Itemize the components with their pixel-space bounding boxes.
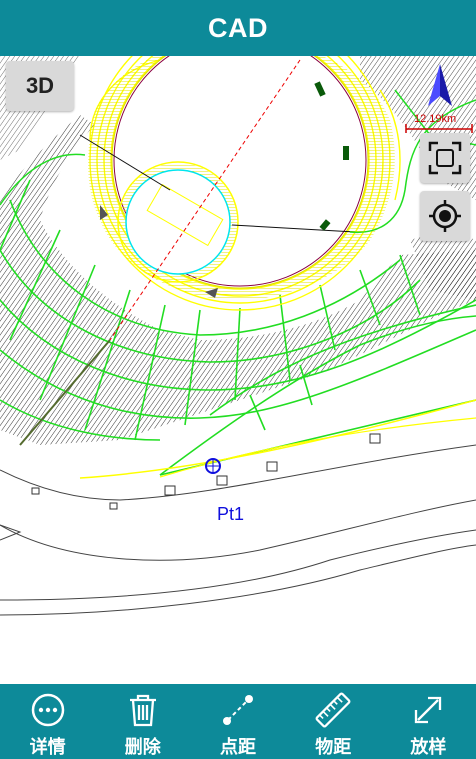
stakeout-button[interactable]: 放样 bbox=[381, 684, 476, 759]
crosshair-locate-icon bbox=[429, 200, 461, 232]
app-header: CAD bbox=[0, 0, 476, 56]
fullscreen-frame-icon bbox=[428, 141, 462, 175]
stakeout-label: 放样 bbox=[410, 737, 447, 758]
fit-extents-button[interactable] bbox=[420, 133, 470, 183]
trash-icon bbox=[123, 690, 163, 729]
app-title: CAD bbox=[208, 12, 268, 43]
cyan-circle bbox=[125, 169, 231, 275]
scale-label: 12.19km bbox=[414, 113, 457, 125]
point-distance-icon bbox=[218, 690, 258, 729]
object-distance-button[interactable]: 物距 bbox=[286, 684, 381, 759]
cad-drawing[interactable] bbox=[0, 56, 476, 684]
locate-button[interactable] bbox=[420, 191, 470, 241]
delete-button[interactable]: 删除 bbox=[95, 684, 190, 759]
point-distance-button[interactable]: 点距 bbox=[190, 684, 285, 759]
view-3d-button[interactable]: 3D bbox=[6, 61, 74, 111]
object-distance-label: 物距 bbox=[315, 737, 352, 758]
cad-viewport[interactable]: Pt1 bbox=[0, 56, 476, 684]
north-arrow-icon bbox=[426, 62, 454, 113]
point-label: Pt1 bbox=[217, 504, 245, 524]
road-lines bbox=[0, 444, 476, 616]
details-label: 详情 bbox=[29, 737, 66, 758]
details-button[interactable]: 详情 bbox=[0, 684, 95, 759]
more-dots-icon bbox=[28, 690, 68, 729]
delete-label: 删除 bbox=[124, 737, 161, 758]
bottom-toolbar: 详情 删除 点距 物距 放样 bbox=[0, 684, 476, 759]
ruler-icon bbox=[313, 690, 353, 729]
yellow-lane bbox=[159, 417, 476, 478]
point-distance-label: 点距 bbox=[220, 737, 256, 758]
expand-arrows-icon bbox=[408, 690, 448, 729]
